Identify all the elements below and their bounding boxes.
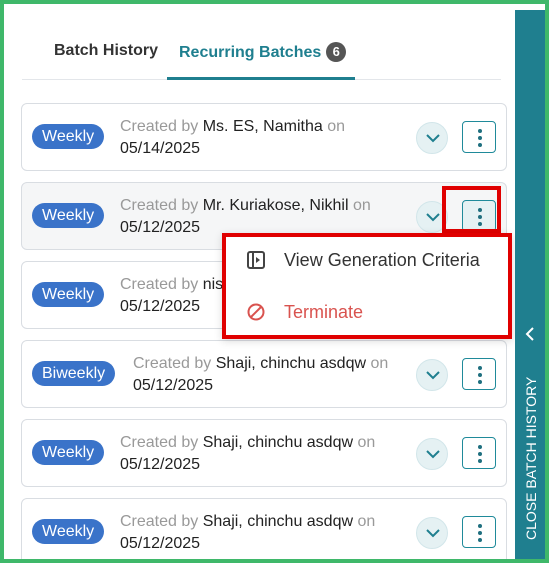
created-date: 05/12/2025 (120, 298, 201, 315)
tab-recurring-batches[interactable]: Recurring Batches 6 (167, 8, 355, 80)
author-name: Mr. Kuriakose, Nikhil (202, 197, 349, 214)
menu-item-label: Terminate (284, 302, 364, 322)
batch-card[interactable]: Biweekly Created by Shaji, chinchu asdqw… (21, 340, 507, 408)
chevron-down-icon (426, 529, 440, 538)
batch-meta: Created by Shaji, chinchu asdqw on 05/12… (120, 511, 375, 555)
author-name: Shaji, chinchu asdqw (215, 355, 367, 372)
author-name: Shaji, chinchu asdqw (202, 513, 354, 530)
created-by-label: Created by (120, 276, 199, 293)
block-icon (247, 303, 265, 321)
created-by-label: Created by (120, 513, 199, 530)
frequency-badge: Weekly (32, 440, 105, 465)
tab-bar: Batch History Recurring Batches 6 (22, 8, 501, 80)
app-frame: Batch History Recurring Batches 6 Weekly … (0, 0, 549, 563)
count-badge: 6 (326, 42, 347, 62)
batch-meta: Created by Ms. ES, Namitha on 05/14/2025 (120, 116, 345, 160)
created-date: 05/14/2025 (120, 140, 201, 157)
more-actions-button[interactable] (462, 516, 496, 548)
frequency-badge: Weekly (32, 282, 105, 307)
more-actions-button[interactable] (462, 121, 496, 153)
expand-button[interactable] (416, 201, 448, 233)
kebab-menu-icon (478, 208, 482, 229)
batch-card[interactable]: Weekly Created by Ms. ES, Namitha on 05/… (21, 103, 507, 171)
batch-meta: Created by Shaji, chinchu asdqw on 05/12… (120, 432, 375, 476)
created-by-label: Created by (120, 434, 199, 451)
more-actions-button[interactable] (462, 437, 496, 469)
view-panel-icon (247, 251, 265, 269)
more-actions-button[interactable] (462, 200, 496, 232)
chevron-down-icon (426, 450, 440, 459)
batch-card[interactable]: Weekly Created by Shaji, chinchu asdqw o… (21, 498, 507, 559)
expand-button[interactable] (416, 122, 448, 154)
expand-button[interactable] (416, 359, 448, 391)
kebab-menu-icon (478, 129, 482, 150)
batch-meta: Created by nis 05/12/2025 (120, 274, 223, 318)
expand-button[interactable] (416, 517, 448, 549)
kebab-menu-icon (478, 524, 482, 545)
created-by-label: Created by (120, 118, 199, 135)
close-batch-history-toggle[interactable]: CLOSE BATCH HISTORY (515, 10, 545, 559)
frequency-badge: Weekly (32, 124, 105, 149)
menu-item-terminate[interactable]: Terminate (226, 289, 508, 335)
created-date: 05/12/2025 (120, 535, 201, 552)
menu-item-view-generation-criteria[interactable]: View Generation Criteria (226, 237, 508, 283)
chevron-down-icon (426, 213, 440, 222)
frequency-badge: Weekly (32, 203, 105, 228)
on-label: on (327, 118, 345, 135)
sidebar-toggle-label: CLOSE BATCH HISTORY (523, 376, 539, 540)
batch-card[interactable]: Weekly Created by Shaji, chinchu asdqw o… (21, 419, 507, 487)
tab-batch-history[interactable]: Batch History (54, 8, 158, 80)
created-date: 05/12/2025 (120, 456, 201, 473)
author-name: nis (202, 276, 224, 293)
created-by-label: Created by (133, 355, 212, 372)
more-actions-button[interactable] (462, 358, 496, 390)
created-date: 05/12/2025 (133, 377, 214, 394)
kebab-menu-icon (478, 366, 482, 387)
author-name: Shaji, chinchu asdqw (202, 434, 354, 451)
on-label: on (370, 355, 389, 372)
tab-label: Batch History (54, 42, 159, 59)
created-date: 05/12/2025 (120, 219, 201, 236)
kebab-menu-icon (478, 445, 482, 466)
chevron-down-icon (426, 371, 440, 380)
actions-menu: View Generation Criteria Terminate (222, 233, 512, 339)
expand-button[interactable] (416, 438, 448, 470)
on-label: on (357, 513, 376, 530)
frequency-badge: Biweekly (32, 361, 116, 386)
on-label: on (353, 197, 371, 214)
menu-item-label: View Generation Criteria (284, 250, 480, 270)
on-label: on (357, 434, 376, 451)
author-name: Ms. ES, Namitha (202, 118, 323, 135)
created-by-label: Created by (120, 197, 199, 214)
tab-label: Recurring Batches (179, 44, 322, 61)
frequency-badge: Weekly (32, 519, 105, 544)
batch-meta: Created by Shaji, chinchu asdqw on 05/12… (133, 353, 388, 397)
chevron-down-icon (426, 134, 440, 143)
